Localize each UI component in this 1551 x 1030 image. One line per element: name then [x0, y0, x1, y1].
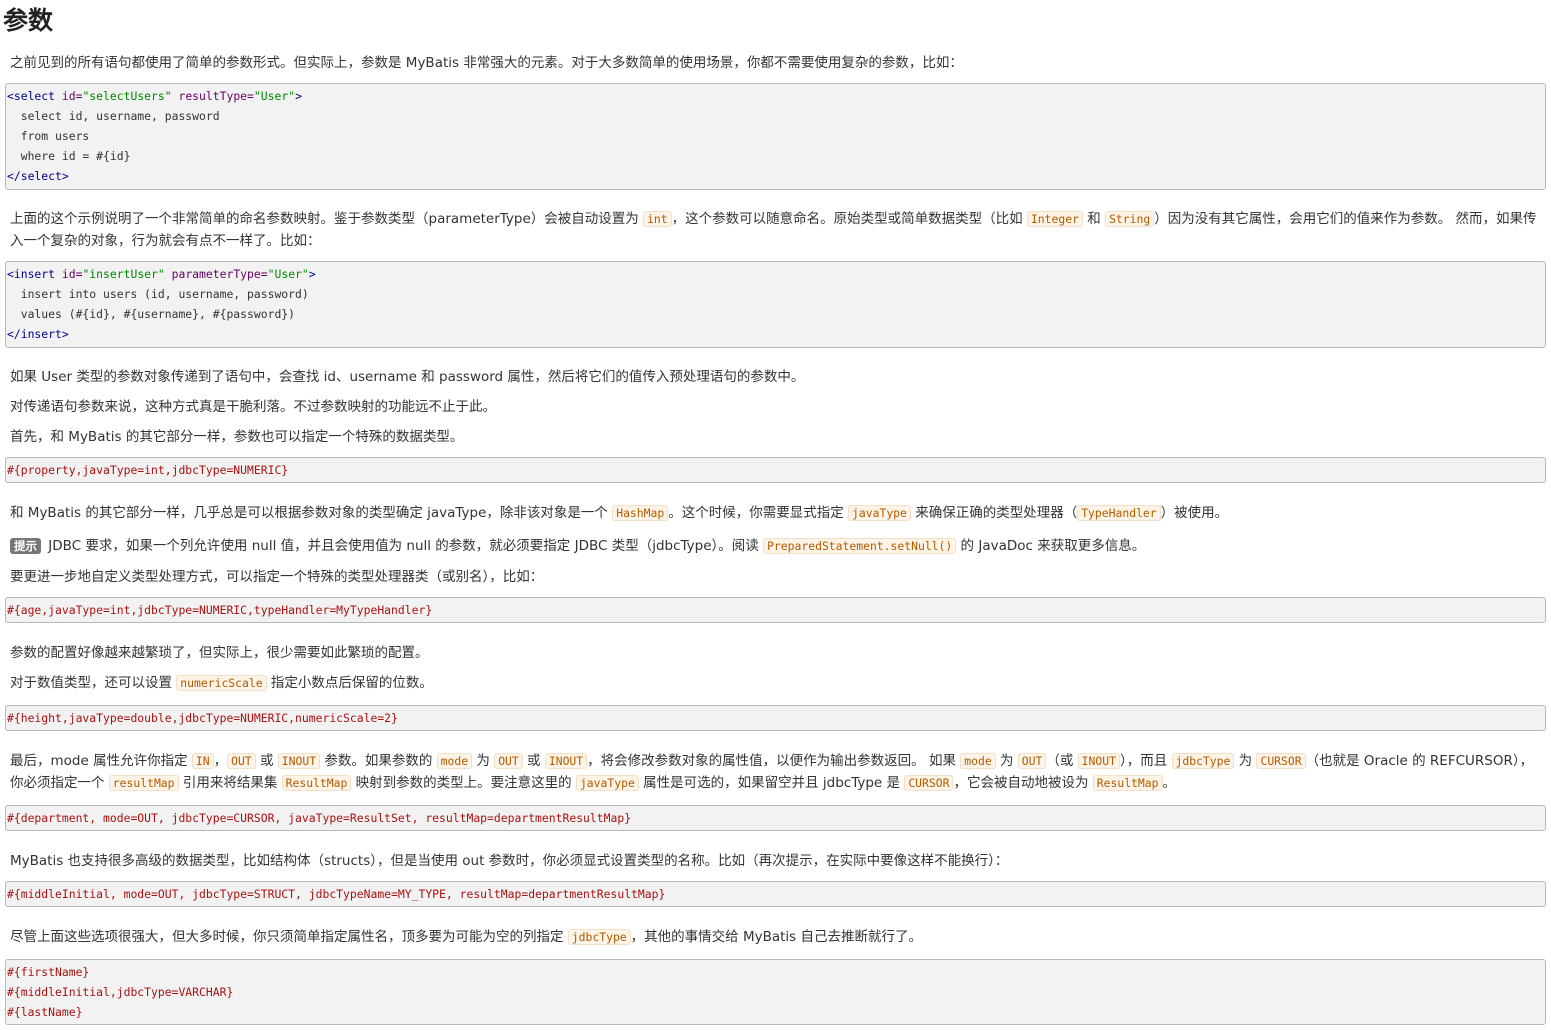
text: ，其他的事情交给 MyBatis 自己去推断就行了。 [630, 929, 923, 945]
code-line: values (#{id}, #{username}, #{password}) [7, 307, 296, 321]
inline-code: ResultMap [281, 775, 352, 791]
code-block-insert[interactable]: <insert id="insertUser" parameterType="U… [5, 261, 1546, 348]
code-block-simple-params[interactable]: #{firstName} #{middleInitial,jdbcType=VAR… [5, 959, 1546, 1025]
text: ，将会修改参数对象的属性值，以便作为输出参数返回。 如果 [587, 753, 961, 769]
paragraph-summary: 尽管上面这些选项很强大，但大多时候，你只须简单指定属性名，顶多要为可能为空的列指… [5, 926, 1546, 948]
code-attr: parameterType= [164, 267, 268, 281]
code-attr: resultType= [171, 89, 254, 103]
text: 为 [1234, 753, 1257, 769]
code-line: </select> [7, 169, 69, 183]
code-string: "selectUsers" [82, 89, 172, 103]
inline-code: Integer [1026, 211, 1083, 227]
text: ，这个参数可以随意命名。原始类型或简单数据类型（比如 [671, 211, 1027, 227]
paragraph-user-type: 如果 User 类型的参数对象传递到了语句中，会查找 id、username 和… [10, 369, 805, 385]
page-title: 参数 [3, 6, 54, 35]
paragraph-mode: 最后，mode 属性允许你指定 IN， OUT 或 INOUT 参数。如果参数的 … [5, 750, 1546, 794]
paragraph-config: 参数的配置好像越来越繁琐了，但实际上，很少需要如此繁琐的配置。 [10, 645, 429, 661]
inline-code: INOUT [1077, 753, 1120, 769]
inline-code: int [643, 211, 672, 227]
text: 指定小数点后保留的位数。 [266, 675, 433, 691]
text: 的 JavaDoc 来获取更多信息。 [956, 538, 1146, 554]
text: ， [213, 753, 228, 769]
code-line: </insert> [7, 327, 69, 341]
code-line: select id, username, password [7, 109, 220, 123]
inline-code: HashMap [612, 505, 669, 521]
text: （或 [1046, 753, 1078, 769]
text: 。 [1162, 775, 1177, 791]
code-attr: id= [61, 89, 83, 103]
code-block-department[interactable]: #{department, mode=OUT, jdbcType=CURSOR,… [5, 805, 1546, 831]
code-tag: <insert [7, 267, 62, 281]
code-block-age[interactable]: #{age,javaType=int,jdbcType=NUMERIC,type… [5, 597, 1546, 623]
text: 对于数值类型，还可以设置 [10, 675, 177, 691]
text: 尽管上面这些选项很强大，但大多时候，你只须简单指定属性名，顶多要为可能为空的列指… [10, 929, 568, 945]
text: 引用来将结果集 [178, 775, 282, 791]
paragraph-numeric-scale: 对于数值类型，还可以设置 numericScale 指定小数点后保留的位数。 [5, 672, 1546, 694]
code-line: #{firstName} [7, 965, 90, 979]
code-tag: > [295, 89, 302, 103]
inline-code: mode [960, 753, 996, 769]
text: 来确保正确的类型处理器（ [910, 505, 1078, 521]
paragraph-concise: 对传递语句参数来说，这种方式真是干脆利落。不过参数映射的功能远不止于此。 [10, 399, 496, 415]
inline-code: INOUT [544, 753, 588, 769]
inline-code: TypeHandler [1077, 505, 1161, 521]
inline-code: CURSOR [1256, 753, 1306, 769]
code-block-property[interactable]: #{property,javaType=int,jdbcType=NUMERIC… [5, 457, 1546, 483]
code-block-height[interactable]: #{height,javaType=double,jdbcType=NUMERI… [5, 705, 1546, 731]
inline-code: resultMap [108, 775, 179, 791]
inline-code: jdbcType [567, 929, 631, 945]
paragraph-structs: MyBatis 也支持很多高级的数据类型，比如结构体（structs），但是当使… [10, 853, 1009, 869]
code-tag: <select [7, 89, 62, 103]
inline-code: javaType [575, 775, 639, 791]
inline-code: numericScale [176, 675, 267, 691]
code-block-select[interactable]: <select id="selectUsers" resultType="Use… [5, 83, 1546, 190]
paragraph-data-type: 首先，和 MyBatis 的其它部分一样，参数也可以指定一个特殊的数据类型。 [10, 429, 464, 445]
paragraph-tip: 提示 JDBC 要求，如果一个列允许使用 null 值，并且会使用值为 null… [5, 535, 1546, 557]
text: 和 [1082, 211, 1106, 227]
text: JDBC 要求，如果一个列允许使用 null 值，并且会使用值为 null 的参… [44, 538, 764, 554]
text: 或 [255, 753, 278, 769]
inline-code: PreparedStatement.setNull() [763, 538, 957, 554]
inline-code: jdbcType [1171, 753, 1235, 769]
tip-badge: 提示 [10, 538, 41, 554]
inline-code: CURSOR [904, 775, 954, 791]
text: 映射到参数的类型上。要注意这里的 [351, 775, 576, 791]
text: 或 [522, 753, 545, 769]
code-line: where id = #{id} [7, 149, 131, 163]
text: 参数。如果参数的 [320, 753, 437, 769]
code-string: "User" [267, 267, 309, 281]
code-attr: id= [61, 267, 83, 281]
inline-code: ResultMap [1092, 775, 1163, 791]
inline-code: String [1105, 211, 1155, 227]
text: 。这个时候，你需要显式指定 [668, 505, 849, 521]
text: 为 [995, 753, 1018, 769]
text: 上面的这个示例说明了一个非常简单的命名参数映射。鉴于参数类型（parameter… [10, 211, 644, 227]
paragraph-intro: 之前见到的所有语句都使用了简单的参数形式。但实际上，参数是 MyBatis 非常… [10, 55, 963, 71]
code-string: "User" [253, 89, 296, 103]
text: ，它会被自动地被设为 [953, 775, 1093, 791]
code-block-middle-initial[interactable]: #{middleInitial, mode=OUT, jdbcType=STRU… [5, 881, 1546, 907]
code-string: "insertUser" [82, 267, 165, 281]
inline-code: OUT [494, 753, 523, 769]
paragraph-type-handler: 要更进一步地自定义类型处理方式，可以指定一个特殊的类型处理器类（或别名），比如： [10, 569, 544, 585]
inline-code: mode [436, 753, 473, 769]
text: ）被使用。 [1160, 505, 1229, 521]
text: 最后，mode 属性允许你指定 [10, 753, 192, 769]
code-tag: > [308, 267, 316, 281]
inline-code: OUT [1017, 753, 1047, 769]
code-line: #{lastName} [7, 1005, 83, 1019]
code-line: insert into users (id, username, passwor… [7, 287, 309, 301]
inline-code: IN [191, 753, 214, 769]
inline-code: OUT [227, 753, 256, 769]
code-line: #{middleInitial,jdbcType=VARCHAR} [7, 985, 234, 999]
inline-code: INOUT [277, 753, 321, 769]
text: 属性是可选的，如果留空并且 jdbcType 是 [638, 775, 905, 791]
paragraph-javatype: 和 MyBatis 的其它部分一样，几乎总是可以根据参数对象的类型确定 java… [5, 502, 1546, 524]
text: 和 MyBatis 的其它部分一样，几乎总是可以根据参数对象的类型确定 java… [10, 505, 613, 521]
code-line: from users [7, 129, 90, 143]
text: 为 [472, 753, 495, 769]
text: ），而且 [1119, 753, 1172, 769]
inline-code: javaType [848, 505, 911, 521]
paragraph-named-params: 上面的这个示例说明了一个非常简单的命名参数映射。鉴于参数类型（parameter… [5, 208, 1546, 252]
